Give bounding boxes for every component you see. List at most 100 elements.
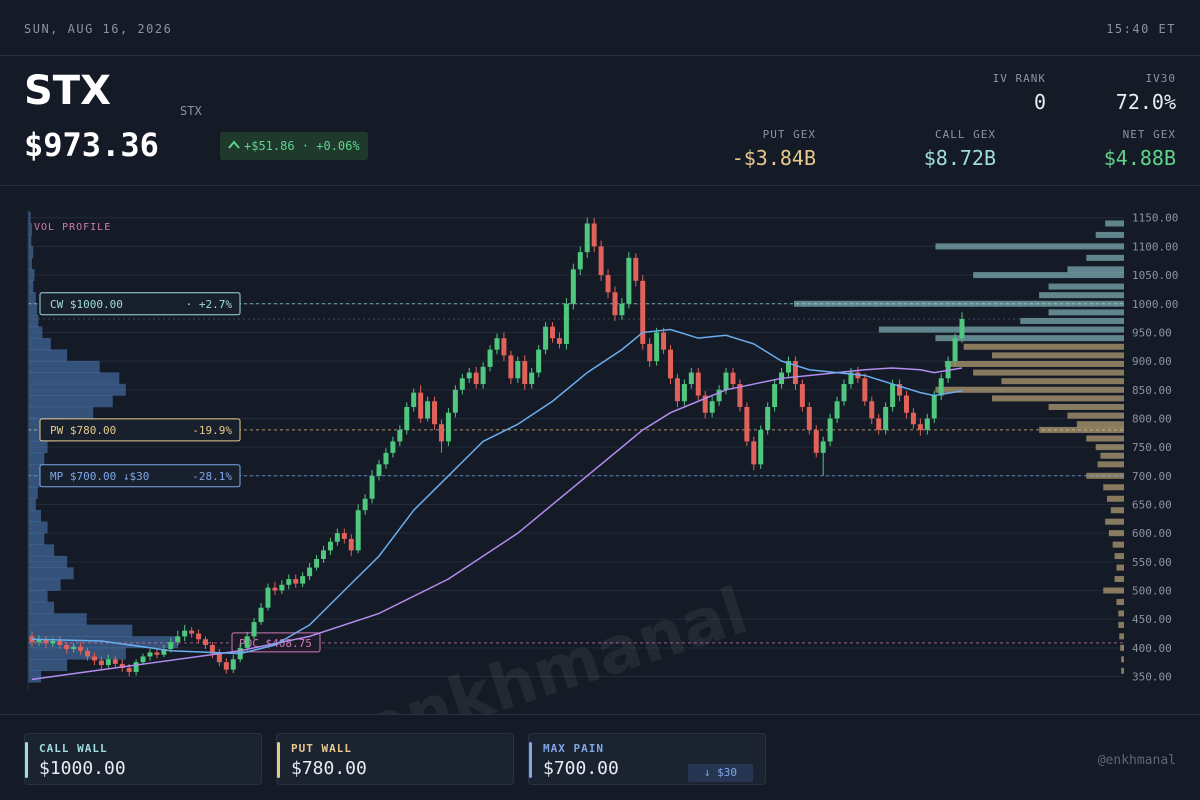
- candle-body: [605, 275, 611, 293]
- candle-body: [959, 319, 965, 339]
- candle-body: [404, 406, 410, 430]
- y-tick-label: 900.00: [1132, 355, 1172, 368]
- candle-body: [230, 659, 236, 670]
- candle-body: [730, 372, 736, 385]
- cw-label: CW $1000.00: [50, 298, 123, 311]
- candle-body: [591, 223, 597, 247]
- vol-profile-label: VOL PROFILE: [34, 222, 111, 233]
- candle-body: [862, 378, 868, 402]
- candle-body: [390, 441, 396, 453]
- price-change-text: +$51.86 · +0.06%: [244, 139, 360, 153]
- volume-profile-bar: [28, 360, 100, 373]
- candle-body: [876, 418, 882, 430]
- ticker-subtitle: STX: [180, 104, 202, 118]
- put-gex-label: PUT GEX: [762, 128, 816, 141]
- candle-body: [820, 441, 826, 453]
- candle-body: [362, 498, 368, 511]
- candle-body: [772, 384, 778, 407]
- y-tick-label: 400.00: [1132, 642, 1172, 655]
- moving-average-fast: [31, 328, 963, 655]
- candle-body: [494, 338, 500, 350]
- candle-body: [57, 640, 63, 645]
- volume-profile-bar: [28, 292, 36, 305]
- candle-body: [314, 558, 320, 568]
- put-wall-label: PUT WALL: [291, 742, 352, 755]
- candle-body: [522, 361, 528, 385]
- gex-profile-bar: [1105, 220, 1124, 227]
- candle-body: [681, 384, 687, 402]
- candle-body: [105, 659, 111, 666]
- candle-body: [813, 429, 819, 453]
- y-tick-label: 950.00: [1132, 326, 1172, 339]
- net-gex-value: $4.88B: [1103, 146, 1176, 170]
- gex-profile-bar: [1048, 403, 1124, 410]
- volume-profile-bar: [28, 406, 94, 419]
- volume-profile-bar: [28, 464, 42, 477]
- candle-body: [327, 541, 333, 551]
- volume-profile-bar: [28, 487, 38, 500]
- candle-body: [480, 366, 486, 385]
- candle-body: [619, 303, 625, 316]
- y-tick-label: 700.00: [1132, 470, 1172, 483]
- gex-profile-bar: [1112, 541, 1124, 548]
- time-label: 15:40 ET: [1106, 22, 1176, 36]
- candle-body: [515, 361, 521, 379]
- candle-body: [307, 567, 313, 577]
- gex-profile-bar: [1121, 656, 1124, 663]
- candle-body: [834, 401, 840, 419]
- y-tick-label: 350.00: [1132, 671, 1172, 684]
- gex-profile-bar: [1116, 598, 1124, 605]
- price-chart-svg[interactable]: 1150.00 1100.00 1050.00 1000.00 950.00 900.00…: [0, 186, 1200, 787]
- candle-body: [78, 646, 84, 651]
- candle-body: [598, 246, 604, 276]
- candle-body: [445, 412, 451, 442]
- volume-profile-bar: [28, 280, 34, 293]
- pw-pct-label: -19.9%: [192, 424, 232, 437]
- candle-body: [723, 372, 729, 390]
- candle-body: [286, 579, 292, 585]
- candle-body: [501, 338, 507, 356]
- candle-body: [903, 395, 909, 413]
- candle-body: [216, 653, 222, 663]
- candle-body: [654, 332, 660, 362]
- gex-profile-bar: [973, 272, 1124, 279]
- ticker-symbol: STX: [24, 68, 111, 114]
- volume-profile-bar: [28, 303, 38, 316]
- gex-profile-bar: [1086, 435, 1124, 442]
- candle-body: [348, 538, 354, 551]
- cw-pct-label: · +2.7%: [186, 298, 233, 311]
- candle-body: [827, 418, 833, 442]
- candle-body: [841, 384, 847, 402]
- candle-body: [890, 384, 896, 407]
- candle-body: [952, 338, 958, 362]
- volume-profile-bar: [28, 590, 48, 603]
- volume-profile-bar: [28, 659, 68, 672]
- candle-body: [182, 630, 188, 637]
- candle-body: [300, 576, 306, 584]
- gex-profile-bar: [1110, 507, 1124, 514]
- gex-profile-bar: [1120, 644, 1124, 651]
- y-tick-label: 450.00: [1132, 613, 1172, 626]
- candle-body: [223, 662, 229, 670]
- put-wall-accent: [277, 742, 280, 778]
- candle-body: [369, 475, 375, 499]
- candle-body: [536, 349, 542, 373]
- y-tick-label: 800.00: [1132, 412, 1172, 425]
- call-wall-accent: [25, 742, 28, 778]
- volume-profile-bar: [28, 337, 51, 350]
- candle-body: [466, 372, 472, 379]
- iv-rank-label: IV RANK: [992, 72, 1046, 85]
- price-chart[interactable]: 1150.00 1100.00 1050.00 1000.00 950.00 900.00…: [0, 186, 1200, 787]
- volume-profile-bar: [28, 670, 42, 683]
- current-price: $973.36: [24, 126, 159, 164]
- mp-label: MP $700.00 ↓$30: [50, 470, 149, 483]
- y-tick-label: 600.00: [1132, 527, 1172, 540]
- volume-profile-bar: [28, 269, 35, 282]
- candle-body: [550, 326, 556, 339]
- gex-profile-bar: [1067, 412, 1124, 419]
- candle-body: [765, 406, 771, 430]
- volume-profile-bar: [28, 613, 87, 626]
- candle-body: [556, 338, 562, 344]
- gex-profile-bar: [963, 343, 1124, 350]
- moving-average-slow: [31, 367, 963, 681]
